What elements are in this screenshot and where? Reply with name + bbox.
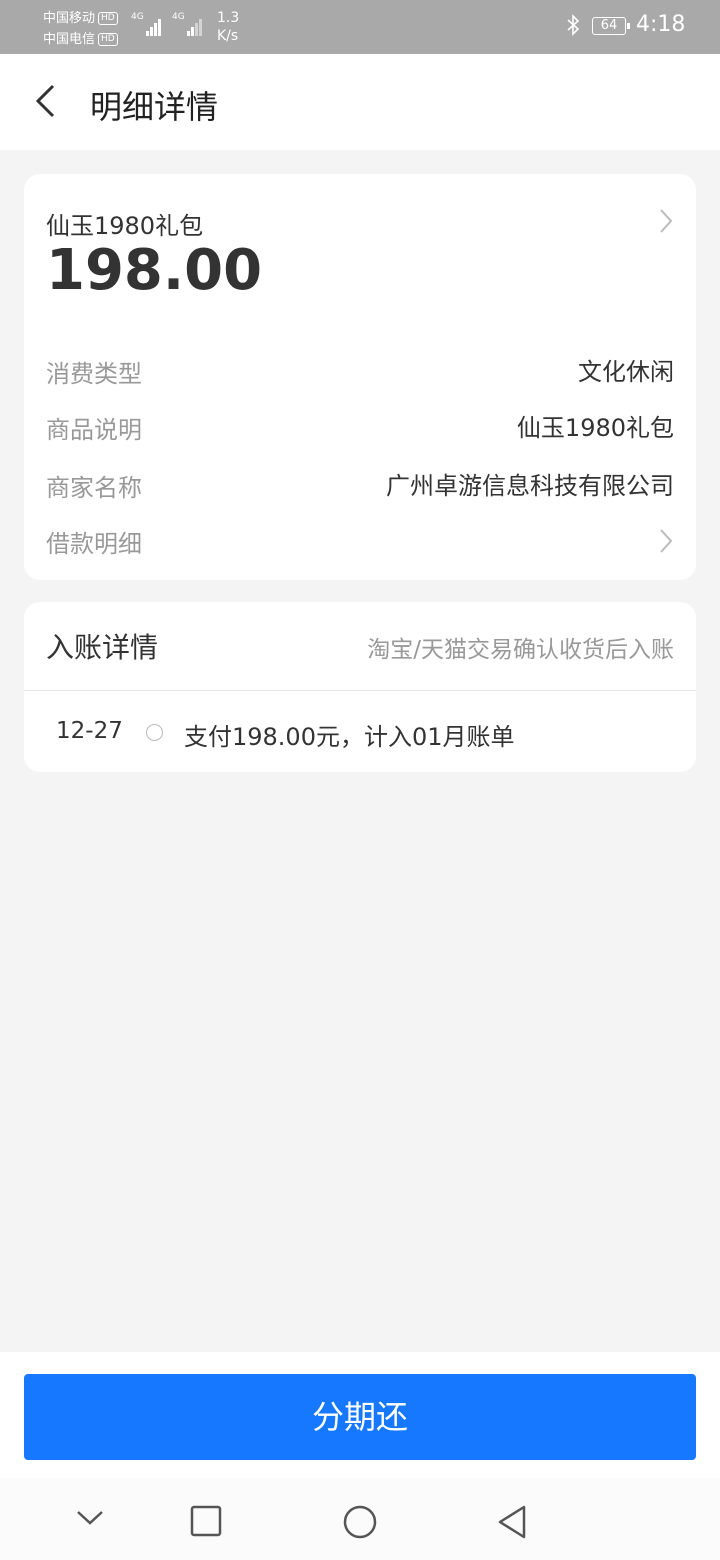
divider xyxy=(24,690,696,691)
entry-note: 淘宝/天猫交易确认收货后入账 xyxy=(367,637,674,663)
bluetooth-icon xyxy=(566,14,580,41)
row-label: 借款明细 xyxy=(46,530,142,558)
timeline-dot-icon xyxy=(146,724,163,741)
detail-row-consumption-type: 消费类型 文化休闲 xyxy=(46,354,674,394)
detail-row-product-description: 商品说明 仙玉1980礼包 xyxy=(46,410,674,450)
row-label: 消费类型 xyxy=(46,360,142,388)
chevron-right-icon[interactable] xyxy=(658,528,674,554)
bottom-action-bar: 分期还 xyxy=(0,1352,720,1478)
row-label: 商家名称 xyxy=(46,474,142,502)
system-nav-bar xyxy=(0,1478,720,1560)
triangle-back-icon[interactable] xyxy=(496,1504,528,1540)
chevron-down-icon[interactable] xyxy=(75,1508,105,1528)
carrier1-label: 中国移动 xyxy=(43,11,96,26)
carrier-info: 中国移动 HD 中国电信 HD xyxy=(43,8,118,50)
row-value: 仙玉1980礼包 xyxy=(516,414,674,442)
header: 明细详情 xyxy=(0,54,720,150)
square-icon[interactable] xyxy=(190,1505,222,1537)
row-value: 广州卓游信息科技有限公司 xyxy=(386,472,674,500)
carrier2-label: 中国电信 xyxy=(43,32,96,47)
circle-icon[interactable] xyxy=(342,1504,378,1540)
clock: 4:18 xyxy=(636,12,686,37)
entry-date: 12-27 xyxy=(56,718,123,744)
back-arrow-icon[interactable] xyxy=(34,84,56,118)
network-speed: 1.3 K/s xyxy=(217,10,240,44)
amount: 198.00 xyxy=(46,238,263,303)
signal-icon: 4G xyxy=(131,12,162,36)
entry-description: 支付198.00元，计入01月账单 xyxy=(184,723,515,751)
entry-details-card: 入账详情 淘宝/天猫交易确认收货后入账 12-27 支付198.00元，计入01… xyxy=(24,602,696,772)
product-name: 仙玉1980礼包 xyxy=(46,212,204,240)
page-title: 明细详情 xyxy=(90,88,219,126)
hd-badge: HD xyxy=(98,12,118,25)
row-label: 商品说明 xyxy=(46,416,142,444)
entry-title: 入账详情 xyxy=(46,631,159,664)
transaction-summary-card[interactable]: 仙玉1980礼包 198.00 消费类型 文化休闲 商品说明 仙玉1980礼包 … xyxy=(24,174,696,580)
status-bar: 中国移动 HD 中国电信 HD 4G 4G 1.3 K/s 64 4:18 xyxy=(0,0,720,54)
signal-icon: 4G xyxy=(172,12,203,36)
detail-row-loan-details[interactable]: 借款明细 xyxy=(46,524,674,564)
row-value: 文化休闲 xyxy=(578,358,674,386)
detail-row-merchant-name: 商家名称 广州卓游信息科技有限公司 xyxy=(46,468,674,508)
battery-icon: 64 xyxy=(592,17,630,35)
chevron-right-icon[interactable] xyxy=(658,208,674,234)
installment-repay-button[interactable]: 分期还 xyxy=(24,1374,696,1460)
hd-badge: HD xyxy=(98,33,118,46)
